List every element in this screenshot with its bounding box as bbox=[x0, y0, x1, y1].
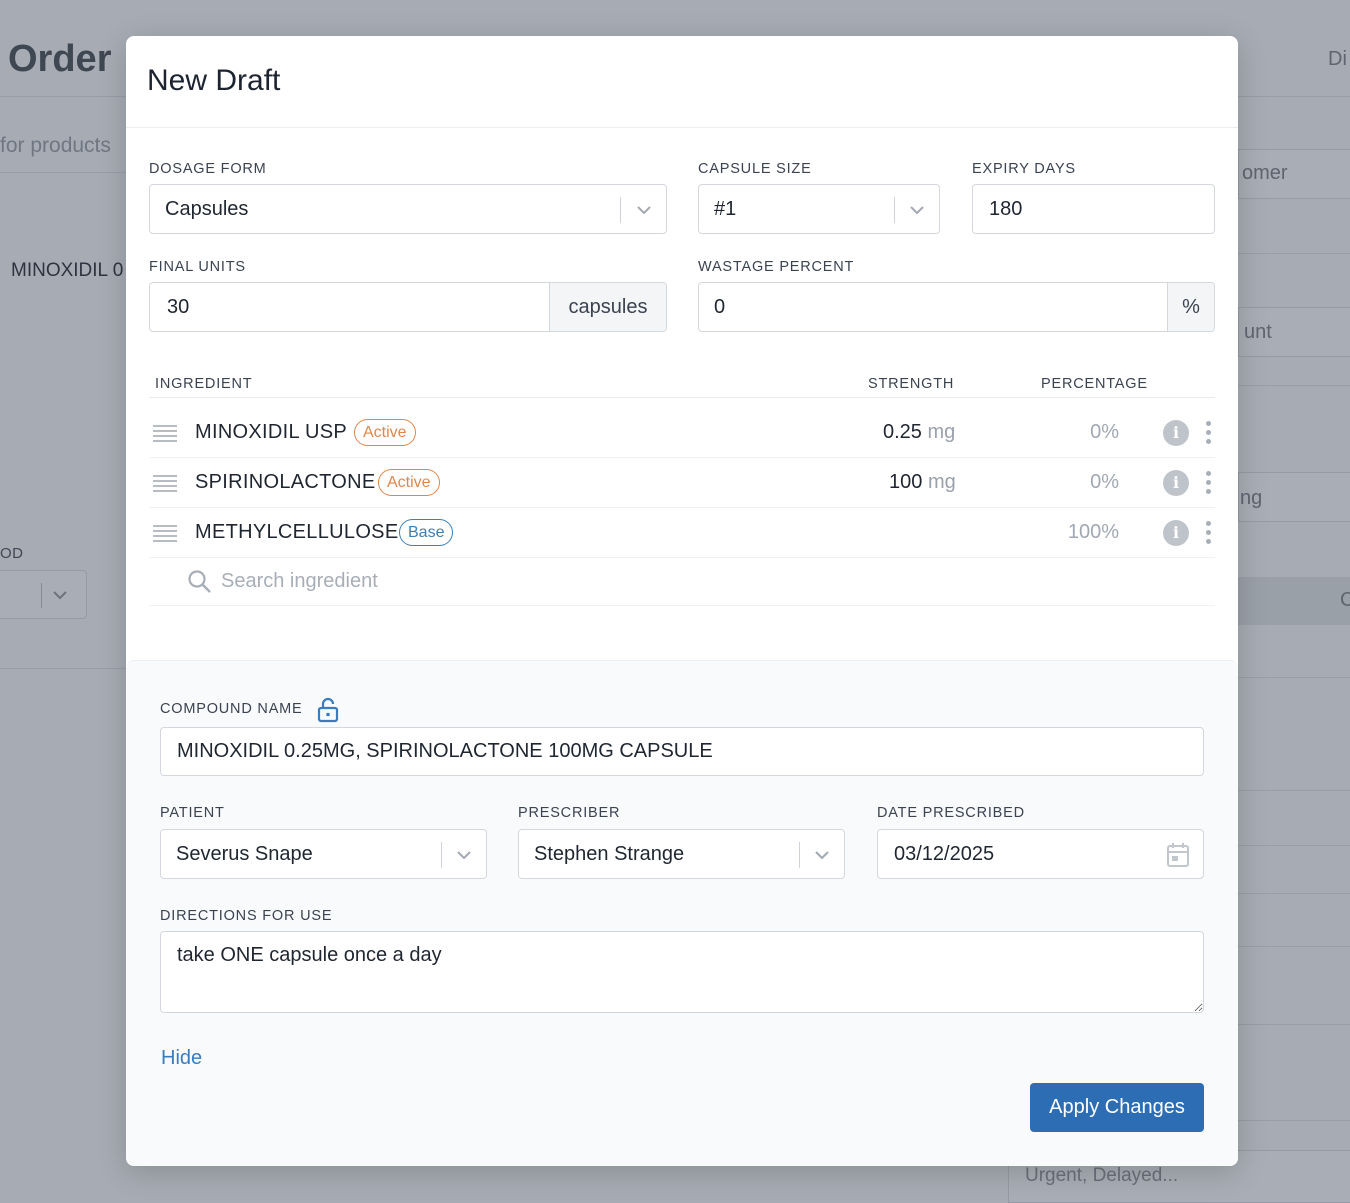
divider bbox=[0, 668, 126, 669]
ingredient-percentage: 0% bbox=[1090, 471, 1119, 493]
date-prescribed-label: DATE PRESCRIBED bbox=[877, 805, 1025, 821]
new-draft-modal: New Draft DOSAGE FORM Capsules CAPSULE S… bbox=[126, 36, 1238, 1166]
bg-text: Di bbox=[1328, 48, 1347, 70]
chevron-down-icon bbox=[53, 591, 67, 600]
divider bbox=[1238, 385, 1350, 386]
drag-handle-icon[interactable] bbox=[153, 424, 177, 442]
ingredient-name: MINOXIDIL USP bbox=[195, 421, 348, 443]
divider bbox=[0, 172, 126, 173]
dosage-form-select[interactable]: Capsules bbox=[149, 184, 667, 234]
patient-select[interactable]: Severus Snape bbox=[160, 829, 487, 879]
ingredient-strength: 100 mg bbox=[889, 471, 956, 493]
calendar-icon[interactable] bbox=[1166, 842, 1190, 868]
modal-title: New Draft bbox=[147, 64, 281, 97]
search-icon bbox=[188, 570, 211, 593]
ingredient-row: METHYLCELLULOSE Base 100% i bbox=[149, 508, 1215, 558]
divider bbox=[1238, 790, 1350, 791]
base-badge: Base bbox=[399, 519, 454, 546]
compound-name-label: COMPOUND NAME bbox=[160, 701, 303, 717]
divider bbox=[1238, 96, 1350, 97]
background-select bbox=[0, 570, 87, 619]
bg-text: C bbox=[1340, 589, 1350, 611]
ingredient-percentage: 0% bbox=[1090, 421, 1119, 443]
info-icon[interactable]: i bbox=[1163, 470, 1189, 496]
divider bbox=[0, 96, 126, 97]
page-title: Order bbox=[8, 38, 112, 80]
final-units-label: FINAL UNITS bbox=[149, 259, 246, 275]
bg-band bbox=[1238, 577, 1350, 625]
product-name: MINOXIDIL 0 bbox=[11, 260, 124, 281]
directions-label: DIRECTIONS FOR USE bbox=[160, 908, 333, 924]
divider bbox=[1238, 677, 1350, 678]
active-badge: Active bbox=[378, 469, 440, 496]
compound-details-section: COMPOUND NAME MINOXIDIL 0.25MG, SPIRINOL… bbox=[126, 660, 1238, 1166]
prescriber-select[interactable]: Stephen Strange bbox=[518, 829, 845, 879]
more-options-icon[interactable] bbox=[1203, 519, 1213, 547]
capsule-size-label: CAPSULE SIZE bbox=[698, 161, 812, 177]
percent-addon: % bbox=[1167, 283, 1214, 331]
apply-changes-button[interactable]: Apply Changes bbox=[1030, 1083, 1204, 1132]
divider bbox=[1238, 1120, 1350, 1121]
units-addon: capsules bbox=[549, 283, 666, 331]
ingredient-row: SPIRINOLACTONE Active 100 mg 0% i bbox=[149, 458, 1215, 508]
expiry-days-input[interactable]: 180 bbox=[972, 184, 1215, 234]
chevron-down-icon bbox=[910, 206, 924, 215]
search-ingredient-placeholder: Search ingredient bbox=[221, 570, 378, 592]
ingredient-name: SPIRINOLACTONE bbox=[195, 471, 376, 493]
more-options-icon[interactable] bbox=[1203, 469, 1213, 497]
field-label: OD bbox=[0, 545, 24, 562]
prescriber-label: PRESCRIBER bbox=[518, 805, 621, 821]
modal-header: New Draft bbox=[126, 36, 1238, 128]
percentage-column-header: PERCENTAGE bbox=[1041, 376, 1148, 392]
ingredient-row: MINOXIDIL USP Active 0.25 mg 0% i bbox=[149, 408, 1215, 458]
dosage-form-label: DOSAGE FORM bbox=[149, 161, 267, 177]
ingredient-name: METHYLCELLULOSE bbox=[195, 521, 399, 543]
divider bbox=[1238, 845, 1350, 846]
divider bbox=[1238, 253, 1350, 254]
wastage-percent-label: WASTAGE PERCENT bbox=[698, 259, 855, 275]
bg-text: omer bbox=[1242, 162, 1288, 184]
divider bbox=[1238, 946, 1350, 947]
expiry-days-label: EXPIRY DAYS bbox=[972, 161, 1076, 177]
divider bbox=[1238, 1024, 1350, 1025]
hide-link[interactable]: Hide bbox=[161, 1047, 202, 1070]
chevron-down-icon bbox=[637, 206, 651, 215]
active-badge: Active bbox=[354, 419, 416, 446]
final-units-input[interactable]: 30 capsules bbox=[149, 282, 667, 332]
strength-column-header: STRENGTH bbox=[868, 376, 955, 392]
info-icon[interactable]: i bbox=[1163, 520, 1189, 546]
date-prescribed-input[interactable]: 03/12/2025 bbox=[877, 829, 1204, 879]
unlock-icon[interactable] bbox=[317, 697, 339, 723]
wastage-percent-input[interactable]: 0 % bbox=[698, 282, 1215, 332]
drag-handle-icon[interactable] bbox=[153, 524, 177, 542]
info-icon[interactable]: i bbox=[1163, 420, 1189, 446]
drag-handle-icon[interactable] bbox=[153, 474, 177, 492]
ingredient-column-header: INGREDIENT bbox=[155, 376, 253, 392]
compound-name-input[interactable]: MINOXIDIL 0.25MG, SPIRINOLACTONE 100MG C… bbox=[160, 727, 1204, 776]
ingredient-table-header: INGREDIENT STRENGTH PERCENTAGE bbox=[149, 376, 1215, 398]
product-search-placeholder: for products bbox=[0, 134, 111, 157]
more-options-icon[interactable] bbox=[1203, 419, 1213, 447]
patient-label: PATIENT bbox=[160, 805, 225, 821]
ingredient-search[interactable]: Search ingredient bbox=[149, 561, 1215, 606]
ingredient-percentage: 100% bbox=[1067, 521, 1119, 543]
chevron-down-icon bbox=[815, 851, 829, 860]
directions-textarea[interactable]: take ONE capsule once a day bbox=[160, 931, 1204, 1013]
ingredient-strength: 0.25 mg bbox=[883, 421, 956, 443]
capsule-size-select[interactable]: #1 bbox=[698, 184, 940, 234]
bg-text: unt bbox=[1244, 321, 1272, 343]
chevron-down-icon bbox=[457, 851, 471, 860]
divider bbox=[1238, 893, 1350, 894]
bg-text: ng bbox=[1240, 487, 1263, 509]
